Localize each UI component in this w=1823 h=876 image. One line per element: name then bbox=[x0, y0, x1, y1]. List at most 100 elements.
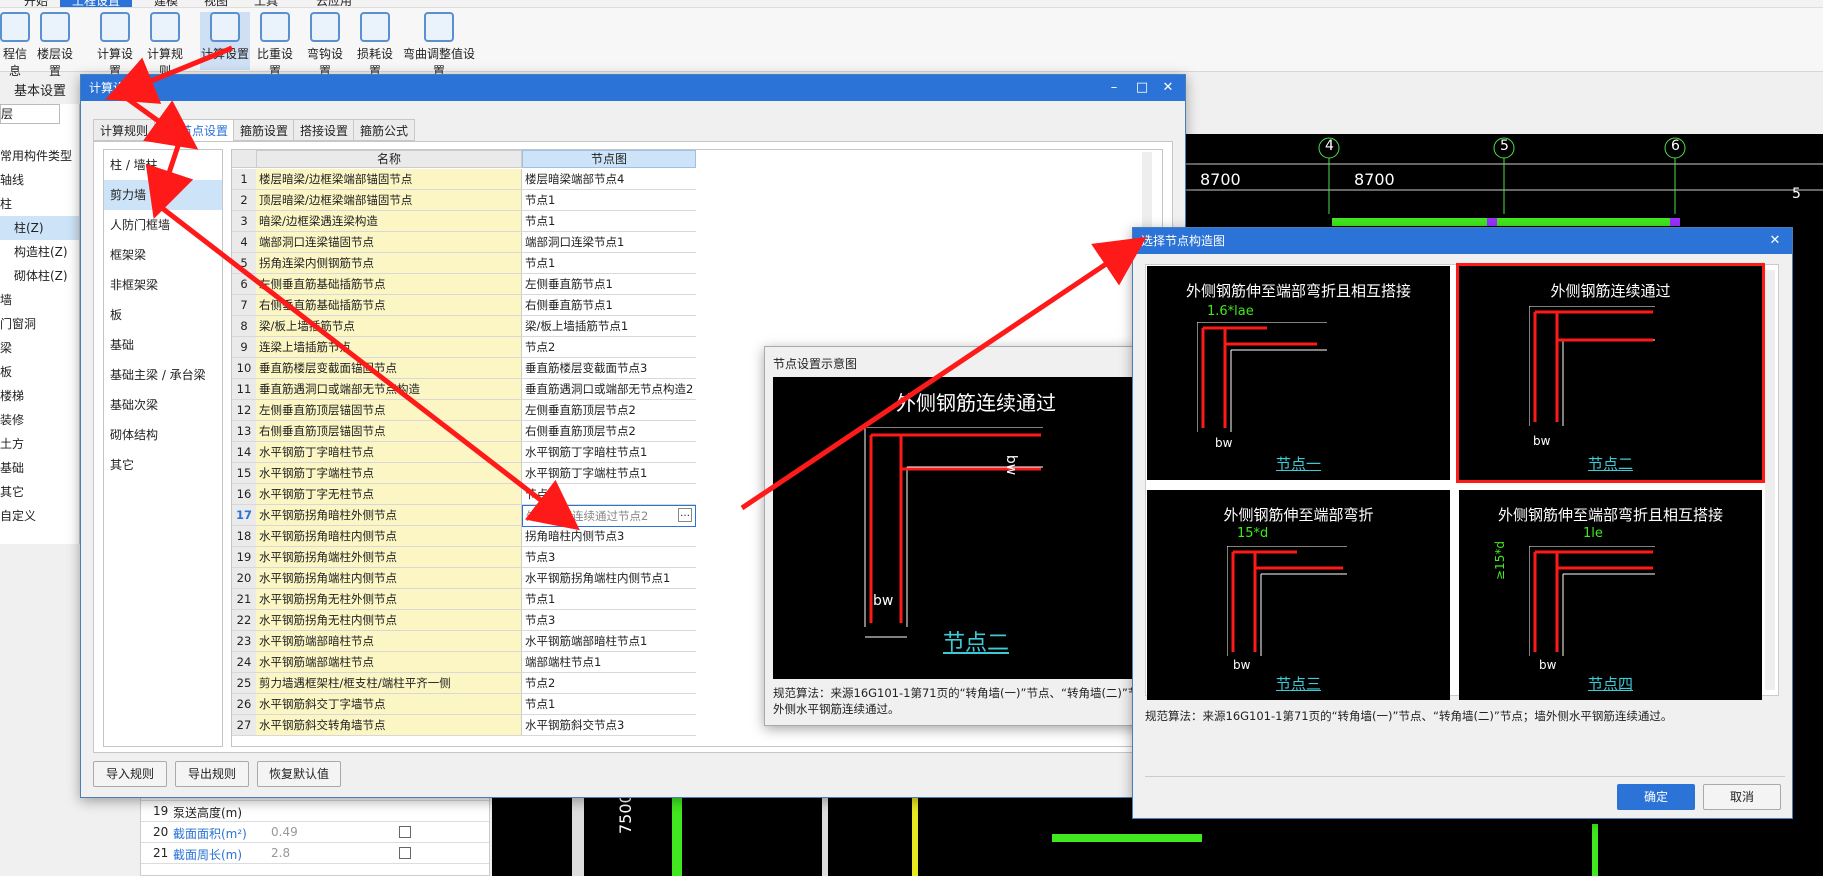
row-node[interactable]: 拐角暗柱内侧节点3 bbox=[522, 526, 696, 546]
row-node[interactable]: 左侧垂直筋节点1 bbox=[522, 274, 696, 294]
row-node[interactable]: 外侧钢筋连续通过节点2 bbox=[522, 505, 696, 527]
rebar-calc-settings-button[interactable]: 计算设置 bbox=[200, 12, 250, 70]
import-rules-button[interactable]: 导入规则 bbox=[93, 761, 167, 787]
table-row[interactable]: 14 水平钢筋丁字暗柱节点 水平钢筋丁字暗柱节点1 bbox=[232, 442, 696, 463]
project-info-button[interactable]: 程信息 bbox=[0, 12, 30, 79]
row-node[interactable]: 端部洞口连梁节点1 bbox=[522, 232, 696, 252]
tree-item[interactable]: 轴线 bbox=[0, 168, 79, 192]
row-node[interactable]: 水平钢筋端部暗柱节点1 bbox=[522, 631, 696, 651]
category-item[interactable]: 框架梁 bbox=[104, 240, 222, 270]
tree-item[interactable]: 常用构件类型 bbox=[0, 144, 79, 168]
maximize-icon[interactable]: □ bbox=[1129, 75, 1155, 101]
table-row[interactable]: 24 水平钢筋端部端柱节点 端部端柱节点1 bbox=[232, 652, 696, 673]
calc-rules-button[interactable]: 计算规则 bbox=[142, 12, 188, 79]
table-row[interactable]: 9 连梁上墙插筋节点 节点2 bbox=[232, 337, 696, 358]
row-node[interactable]: 节点1 bbox=[522, 484, 696, 504]
table-row[interactable]: 27 水平钢筋斜交转角墙节点 水平钢筋斜交节点3 bbox=[232, 715, 696, 736]
tree-item[interactable]: 装修 bbox=[0, 408, 79, 432]
table-row[interactable]: 8 梁/板上墙插筋节点 梁/板上墙插筋节点1 bbox=[232, 316, 696, 337]
row-node[interactable]: 水平钢筋斜交节点3 bbox=[522, 715, 696, 735]
table-row[interactable]: 19 水平钢筋拐角端柱外侧节点 节点3 bbox=[232, 547, 696, 568]
row-node[interactable]: 垂直筋楼层变截面节点3 bbox=[522, 358, 696, 378]
export-rules-button[interactable]: 导出规则 bbox=[175, 761, 249, 787]
minimize-icon[interactable]: – bbox=[1101, 75, 1127, 101]
category-item[interactable]: 基础次梁 bbox=[104, 390, 222, 420]
table-row[interactable]: 20 水平钢筋拐角端柱内侧节点 水平钢筋拐角端柱内侧节点1 bbox=[232, 568, 696, 589]
category-item[interactable]: 柱 / 墙柱 bbox=[104, 150, 222, 180]
hook-settings-button[interactable]: 弯钩设置 bbox=[302, 12, 348, 79]
table-row[interactable]: 1 楼层暗梁/边框梁端部锚固节点 楼层暗梁端部节点4 bbox=[232, 169, 696, 190]
table-row[interactable]: 6 左侧垂直筋基础插筋节点 左侧垂直筋节点1 bbox=[232, 274, 696, 295]
row-node[interactable]: 垂直筋遇洞口或端部无节点构造2 bbox=[522, 379, 696, 399]
row-node[interactable]: 右侧垂直筋顶层节点2 bbox=[522, 421, 696, 441]
tree-item[interactable]: 梁 bbox=[0, 336, 79, 360]
category-item[interactable]: 板 bbox=[104, 300, 222, 330]
node-option-1[interactable]: 外侧钢筋伸至端部弯折且相互搭接 1.6*lae bw 节点一 bbox=[1147, 266, 1450, 480]
column-header-node[interactable]: 节点图 bbox=[522, 150, 696, 168]
table-row[interactable]: 5 拐角连梁内侧钢筋节点 节点1 bbox=[232, 253, 696, 274]
table-row[interactable]: 20 截面面积(m²) 0.49 bbox=[141, 822, 489, 843]
table-row[interactable]: 12 左侧垂直筋顶层锚固节点 左侧垂直筋顶层节点2 bbox=[232, 400, 696, 421]
category-item[interactable]: 基础主梁 / 承台梁 bbox=[104, 360, 222, 390]
table-row[interactable]: 22 水平钢筋拐角无柱内侧节点 节点3 bbox=[232, 610, 696, 631]
tree-item[interactable]: 楼梯 bbox=[0, 384, 79, 408]
table-row[interactable]: 19 泵送高度(m) bbox=[141, 801, 489, 822]
tree-item[interactable]: 构造柱(Z) bbox=[0, 240, 79, 264]
tree-item[interactable]: 土方 bbox=[0, 432, 79, 456]
menu-start[interactable]: 开始 bbox=[24, 0, 48, 7]
category-item[interactable]: 人防门框墙 bbox=[104, 210, 222, 240]
node-option-3[interactable]: 外侧钢筋伸至端部弯折 15*d bw 节点三 bbox=[1147, 490, 1450, 700]
cancel-button[interactable]: 取消 bbox=[1703, 784, 1781, 810]
table-row[interactable]: 16 水平钢筋丁字无柱节点 节点1 bbox=[232, 484, 696, 505]
loss-settings-button[interactable]: 损耗设置 bbox=[352, 12, 398, 79]
table-row[interactable]: 26 水平钢筋斜交丁字墙节点 节点1 bbox=[232, 694, 696, 715]
node-option-2-selected[interactable]: 外侧钢筋连续通过 bw 节点二 bbox=[1456, 263, 1765, 483]
row-node[interactable]: 节点1 bbox=[522, 253, 696, 273]
table-row[interactable]: 21 截面周长(m) 2.8 bbox=[141, 843, 489, 864]
tab-lap-settings[interactable]: 搭接设置 bbox=[293, 119, 356, 141]
tree-item[interactable]: 板 bbox=[0, 360, 79, 384]
table-row[interactable]: 13 右侧垂直筋顶层锚固节点 右侧垂直筋顶层节点2 bbox=[232, 421, 696, 442]
tab-node-settings[interactable]: 节点设置 bbox=[173, 119, 236, 141]
row-node[interactable]: 节点1 bbox=[522, 211, 696, 231]
category-item[interactable]: 非框架梁 bbox=[104, 270, 222, 300]
table-row[interactable]: 11 垂直筋遇洞口或端部无节点构造 垂直筋遇洞口或端部无节点构造2 bbox=[232, 379, 696, 400]
ellipsis-button[interactable]: … bbox=[678, 508, 692, 522]
ok-button[interactable]: 确定 bbox=[1617, 784, 1695, 810]
scrollbar[interactable] bbox=[1765, 270, 1775, 690]
menu-view[interactable]: 视图 bbox=[204, 0, 228, 7]
tree-item[interactable]: 柱 bbox=[0, 192, 79, 216]
table-row[interactable]: 17 水平钢筋拐角暗柱外侧节点 外侧钢筋连续通过节点2… bbox=[232, 505, 696, 527]
row-node[interactable]: 水平钢筋丁字暗柱节点1 bbox=[522, 442, 696, 462]
category-item[interactable]: 其它 bbox=[104, 450, 222, 480]
menu-modeling[interactable]: 建模 bbox=[154, 0, 178, 7]
category-item[interactable]: 基础 bbox=[104, 330, 222, 360]
checkbox[interactable] bbox=[399, 826, 411, 838]
table-row[interactable]: 18 水平钢筋拐角暗柱内侧节点 拐角暗柱内侧节点3 bbox=[232, 526, 696, 547]
category-item-shear-wall[interactable]: 剪力墙 bbox=[104, 180, 222, 210]
row-node[interactable]: 楼层暗梁端部节点4 bbox=[522, 169, 696, 189]
tree-item[interactable]: 砌体柱(Z) bbox=[0, 264, 79, 288]
tree-item-column[interactable]: 柱(Z) bbox=[0, 216, 79, 240]
menu-cloud[interactable]: 云应用 bbox=[316, 0, 352, 7]
tree-item[interactable]: 自定义 bbox=[0, 504, 79, 528]
row-node[interactable]: 左侧垂直筋顶层节点2 bbox=[522, 400, 696, 420]
category-item[interactable]: 砌体结构 bbox=[104, 420, 222, 450]
table-row[interactable]: 3 暗梁/边框梁遇连梁构造 节点1 bbox=[232, 211, 696, 232]
tab-stirrup-formula[interactable]: 箍筋公式 bbox=[353, 119, 416, 141]
row-node[interactable]: 梁/板上墙插筋节点1 bbox=[522, 316, 696, 336]
row-node[interactable]: 节点3 bbox=[522, 547, 696, 567]
calc-settings-button[interactable]: 计算设置 bbox=[92, 12, 138, 79]
tree-item[interactable]: 墙 bbox=[0, 288, 79, 312]
row-node[interactable]: 水平钢筋丁字端柱节点1 bbox=[522, 463, 696, 483]
column-header-name[interactable]: 名称 bbox=[256, 150, 522, 168]
row-node[interactable]: 节点1 bbox=[522, 589, 696, 609]
tab-stirrup-settings[interactable]: 箍筋设置 bbox=[233, 119, 296, 141]
row-node[interactable]: 右侧垂直筋节点1 bbox=[522, 295, 696, 315]
tab-calc-rules[interactable]: 计算规则 bbox=[93, 119, 156, 141]
bend-adjust-button[interactable]: 弯曲调整值设置 bbox=[402, 12, 476, 79]
row-node[interactable]: 水平钢筋拐角端柱内侧节点1 bbox=[522, 568, 696, 588]
table-row[interactable]: 4 端部洞口连梁锚固节点 端部洞口连梁节点1 bbox=[232, 232, 696, 253]
restore-defaults-button[interactable]: 恢复默认值 bbox=[257, 761, 341, 787]
node-option-4[interactable]: 外侧钢筋伸至端部弯折且相互搭接 1le ≥15*d bw 节点四 bbox=[1459, 490, 1762, 700]
